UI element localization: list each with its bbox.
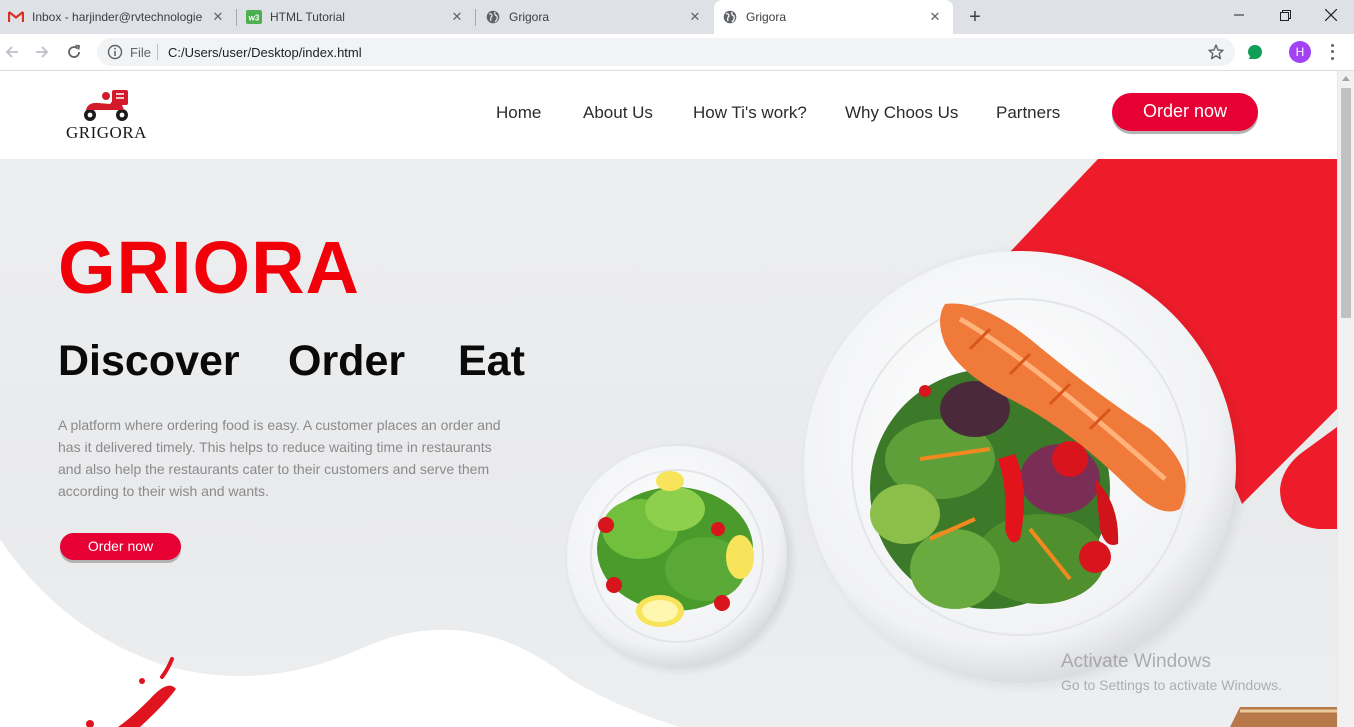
- hero-order-now-button[interactable]: Order now: [60, 533, 181, 560]
- extension-icon[interactable]: [1247, 44, 1263, 60]
- scooter-logo-icon: [84, 90, 128, 121]
- page-scrollbar[interactable]: [1337, 71, 1354, 727]
- back-icon[interactable]: [0, 40, 24, 64]
- hero-description: A platform where ordering food is easy. …: [58, 417, 501, 499]
- nav-partners[interactable]: Partners: [996, 103, 1060, 123]
- gmail-icon: [8, 9, 24, 25]
- forward-icon[interactable]: [30, 40, 54, 64]
- bookmark-star-icon[interactable]: [1207, 43, 1225, 61]
- header-order-now-button[interactable]: Order now: [1112, 93, 1258, 131]
- new-tab-icon[interactable]: +: [964, 7, 986, 29]
- svg-text:w3: w3: [248, 14, 260, 23]
- tab-title: Inbox - harjinder@rvtechnologie: [32, 10, 203, 24]
- nav-about-us[interactable]: About Us: [583, 103, 653, 123]
- chrome-menu-icon[interactable]: [1325, 42, 1339, 62]
- tab-title: Grigora: [746, 10, 787, 24]
- hero-section: GRIORA Discover Order Eat A platform whe…: [0, 159, 1337, 727]
- info-icon[interactable]: [107, 44, 123, 60]
- minimize-icon[interactable]: [1216, 0, 1262, 30]
- tab-title: Grigora: [509, 10, 550, 24]
- close-tab-icon[interactable]: ✕: [687, 9, 703, 25]
- profile-avatar[interactable]: H: [1289, 41, 1311, 63]
- browser-toolbar: File C:/Users/user/Desktop/index.html H: [0, 34, 1354, 71]
- globe-icon: [485, 9, 501, 25]
- site-logo[interactable]: GRIGORA: [62, 88, 152, 144]
- w3schools-icon: w3: [246, 9, 262, 25]
- tab-divider: [475, 9, 476, 26]
- restore-icon[interactable]: [1262, 0, 1308, 30]
- scheme-label: File: [130, 45, 151, 60]
- nav-home[interactable]: Home: [496, 103, 541, 123]
- address-bar[interactable]: File C:/Users/user/Desktop/index.html: [97, 38, 1235, 66]
- tab-grigora[interactable]: Grigora ✕: [477, 0, 713, 34]
- scroll-up-arrow-icon[interactable]: [1342, 76, 1350, 81]
- tab-divider: [236, 9, 237, 26]
- tagline-order: Order: [288, 337, 406, 385]
- url-text[interactable]: C:/Users/user/Desktop/index.html: [168, 45, 362, 60]
- tagline-eat: Eat: [458, 337, 525, 385]
- tab-html-tutorial[interactable]: w3 HTML Tutorial ✕: [238, 0, 475, 34]
- reload-icon[interactable]: [62, 40, 86, 64]
- scrollbar-thumb[interactable]: [1341, 88, 1351, 318]
- close-tab-icon[interactable]: ✕: [449, 9, 465, 25]
- nav-why-choose-us[interactable]: Why Choos Us: [845, 103, 958, 123]
- close-tab-icon[interactable]: ✕: [927, 9, 943, 25]
- logo-wordmark: GRIGORA: [66, 123, 147, 142]
- tab-strip: Inbox - harjinder@rvtechnologie ✕ w3 HTM…: [0, 0, 1354, 34]
- globe-icon: [722, 9, 738, 25]
- activate-windows-title: Activate Windows: [1061, 651, 1211, 672]
- close-window-icon[interactable]: [1308, 0, 1354, 30]
- tab-grigora-active[interactable]: Grigora ✕: [714, 0, 953, 34]
- tab-title: HTML Tutorial: [270, 10, 345, 24]
- nav-how-it-works[interactable]: How Ti's work?: [693, 103, 807, 123]
- site-header: GRIGORA Home About Us How Ti's work? Why…: [0, 71, 1337, 159]
- divider: [157, 44, 158, 60]
- close-tab-icon[interactable]: ✕: [210, 9, 226, 25]
- activate-windows-subtitle: Go to Settings to activate Windows.: [1061, 677, 1282, 693]
- tab-gmail[interactable]: Inbox - harjinder@rvtechnologie ✕: [0, 0, 236, 34]
- page-viewport: GRIGORA Home About Us How Ti's work? Why…: [0, 71, 1337, 727]
- hero-brand-title: GRIORA: [58, 226, 360, 309]
- tagline-discover: Discover: [58, 337, 240, 385]
